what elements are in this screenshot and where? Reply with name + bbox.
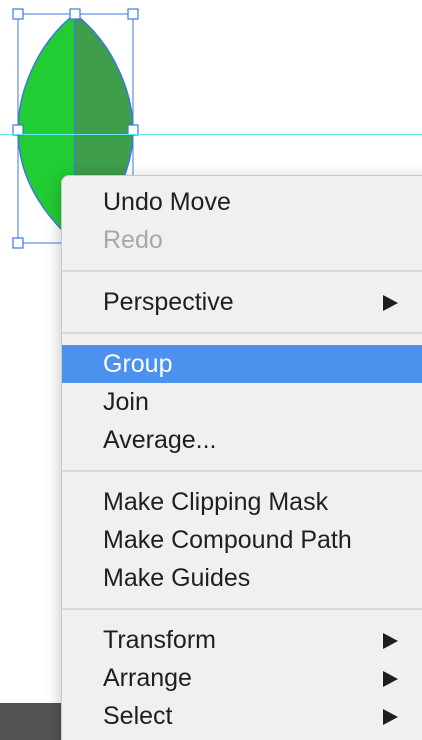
menu-item-group[interactable]: Group (62, 345, 422, 383)
handle-bottom-left[interactable] (12, 237, 24, 249)
submenu-arrow-icon (383, 709, 398, 725)
handle-top-right[interactable] (127, 8, 139, 20)
menu-item-transform[interactable]: Transform (62, 621, 422, 659)
menu-separator (62, 321, 422, 345)
menu-separator (62, 597, 422, 621)
menu-item-make-guides[interactable]: Make Guides (62, 559, 422, 597)
menu-item-perspective[interactable]: Perspective (62, 283, 422, 321)
menu-item-join[interactable]: Join (62, 383, 422, 421)
menu-item-redo: Redo (103, 226, 163, 254)
menu-separator (62, 259, 422, 283)
guide-line (0, 134, 422, 135)
menu-item-undo-move[interactable]: Undo Move (62, 183, 422, 221)
submenu-arrow-icon (383, 633, 398, 649)
submenu-arrow-icon (383, 295, 398, 311)
context-menu: Undo Move Redo Perspective Group Join Av… (61, 175, 422, 740)
menu-item-arrange[interactable]: Arrange (62, 659, 422, 697)
handle-top-center[interactable] (69, 8, 81, 20)
submenu-arrow-icon (383, 671, 398, 687)
menu-item-average[interactable]: Average... (62, 421, 422, 459)
menu-separator (62, 459, 422, 483)
menu-item-make-clipping-mask[interactable]: Make Clipping Mask (62, 483, 422, 521)
menu-item-select[interactable]: Select (62, 697, 422, 735)
handle-top-left[interactable] (12, 8, 24, 20)
menu-item-make-compound-path[interactable]: Make Compound Path (62, 521, 422, 559)
